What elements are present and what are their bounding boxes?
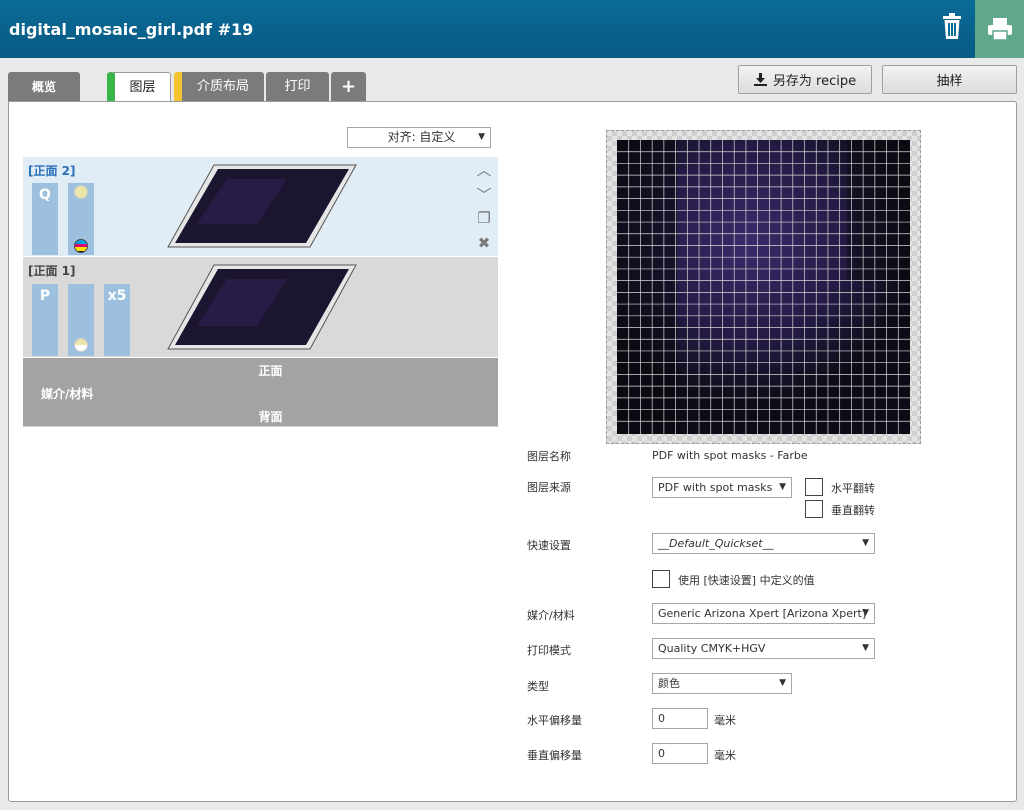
dropdown-arrow-icon: ▼ bbox=[779, 482, 786, 492]
print-mode-value: Quality CMYK+HGV bbox=[658, 642, 766, 655]
dropdown-arrow-icon: ▼ bbox=[862, 538, 869, 548]
ink-chip bbox=[68, 183, 94, 255]
layer-source-select[interactable]: PDF with spot masks ▼ bbox=[652, 477, 792, 498]
type-label: 类型 bbox=[527, 680, 549, 693]
sample-label: 抽样 bbox=[936, 74, 963, 89]
media-select[interactable]: Generic Arizona Xpert [Arizona Xpert] ▼ bbox=[652, 603, 875, 624]
print-job-button[interactable] bbox=[975, 0, 1024, 58]
print-mode-chip: P bbox=[32, 284, 58, 356]
duplicate-layer-button[interactable]: ❐ bbox=[471, 209, 497, 234]
close-icon: ✖ bbox=[477, 234, 491, 252]
chevron-down-icon: ﹀ bbox=[476, 186, 492, 204]
printer-icon bbox=[987, 18, 1012, 41]
dropdown-arrow-icon: ▼ bbox=[862, 643, 869, 653]
delete-job-button[interactable] bbox=[935, 10, 969, 44]
media-label: 媒介/材料 bbox=[41, 387, 94, 401]
type-value: 颜色 bbox=[658, 677, 680, 690]
layer-row-front-1[interactable]: [正面 1] P x5 bbox=[23, 257, 498, 357]
print-mode-label: 打印模式 bbox=[527, 644, 571, 657]
quickset-chip: Q bbox=[32, 183, 58, 255]
move-up-button[interactable]: ︿ bbox=[471, 159, 497, 184]
layer-title: [正面 1] bbox=[28, 264, 76, 278]
layer-source-label: 图层来源 bbox=[527, 481, 571, 494]
use-quickset-checkbox[interactable] bbox=[652, 570, 670, 588]
add-tab-button[interactable]: + bbox=[331, 72, 366, 102]
layer-row-front-2[interactable]: [正面 2] Q ︿ ﹀ ❐ ✖ bbox=[23, 157, 498, 256]
preview-image bbox=[617, 140, 910, 434]
type-select[interactable]: 颜色 ▼ bbox=[652, 673, 792, 694]
save-as-recipe-label: 另存为 recipe bbox=[772, 74, 857, 89]
dropdown-arrow-icon: ▼ bbox=[862, 608, 869, 618]
cmyk-icon bbox=[74, 239, 88, 253]
flip-vertical-checkbox[interactable] bbox=[805, 500, 823, 518]
mosaic-preview-graphic bbox=[617, 140, 910, 434]
sample-button[interactable]: 抽样 bbox=[882, 65, 1017, 94]
flip-horizontal-checkbox[interactable] bbox=[805, 478, 823, 496]
document-title: digital_mosaic_girl.pdf #19 bbox=[9, 20, 254, 39]
h-offset-label: 水平偏移量 bbox=[527, 714, 582, 727]
quickset-select[interactable]: __Default_Quickset__ ▼ bbox=[652, 533, 875, 554]
media-value: Generic Arizona Xpert [Arizona Xpert] bbox=[658, 607, 867, 620]
layer-thumbnail bbox=[167, 164, 357, 248]
quickset-label: 快速设置 bbox=[527, 539, 571, 552]
v-offset-label: 垂直偏移量 bbox=[527, 749, 582, 762]
white-ink-dot-icon bbox=[74, 185, 88, 199]
copy-icon: ❐ bbox=[477, 209, 491, 227]
move-down-button[interactable]: ﹀ bbox=[471, 184, 497, 209]
layer-preview bbox=[606, 130, 921, 444]
h-offset-input[interactable]: 0 bbox=[652, 708, 708, 729]
layer-thumbnail bbox=[167, 264, 357, 350]
layer-title: [正面 2] bbox=[28, 164, 76, 178]
tab-print[interactable]: 打印 bbox=[266, 72, 329, 102]
use-quickset-label: 使用 [快速设置] 中定义的值 bbox=[678, 574, 815, 587]
flip-horizontal-label: 水平翻转 bbox=[831, 482, 875, 495]
layer-name-label: 图层名称 bbox=[527, 450, 571, 463]
print-mode-select[interactable]: Quality CMYK+HGV ▼ bbox=[652, 638, 875, 659]
h-offset-unit: 毫米 bbox=[714, 714, 736, 727]
layer-source-value: PDF with spot masks bbox=[658, 481, 773, 494]
align-select[interactable]: 对齐: 自定义 ▼ bbox=[347, 127, 491, 148]
copies-chip: x5 bbox=[104, 284, 130, 356]
trash-icon bbox=[943, 13, 961, 39]
chevron-up-icon: ︿ bbox=[476, 161, 492, 179]
v-offset-unit: 毫米 bbox=[714, 749, 736, 762]
align-select-value: 对齐: 自定义 bbox=[387, 130, 456, 144]
ink-chip bbox=[68, 284, 94, 356]
tab-overview[interactable]: 概览 bbox=[8, 72, 80, 102]
dropdown-arrow-icon: ▼ bbox=[478, 132, 485, 142]
front-label: 正面 bbox=[258, 364, 283, 378]
media-bar: 正面 媒介/材料 背面 bbox=[23, 358, 498, 427]
quickset-value: __Default_Quickset__ bbox=[658, 537, 774, 550]
layer-name-value: PDF with spot masks - Farbe bbox=[652, 449, 808, 462]
delete-layer-button[interactable]: ✖ bbox=[471, 234, 497, 259]
back-label: 背面 bbox=[258, 410, 283, 424]
dropdown-arrow-icon: ▼ bbox=[779, 678, 786, 688]
save-as-recipe-button[interactable]: 另存为 recipe bbox=[738, 65, 872, 94]
v-offset-input[interactable]: 0 bbox=[652, 743, 708, 764]
tab-layers[interactable]: 图层 bbox=[107, 72, 171, 103]
download-icon bbox=[753, 73, 767, 86]
tab-media-layout[interactable]: 介质布局 bbox=[174, 72, 264, 102]
flip-vertical-label: 垂直翻转 bbox=[831, 504, 875, 517]
media-field-label: 媒介/材料 bbox=[527, 609, 575, 622]
white-ink-dot-icon bbox=[74, 338, 88, 352]
